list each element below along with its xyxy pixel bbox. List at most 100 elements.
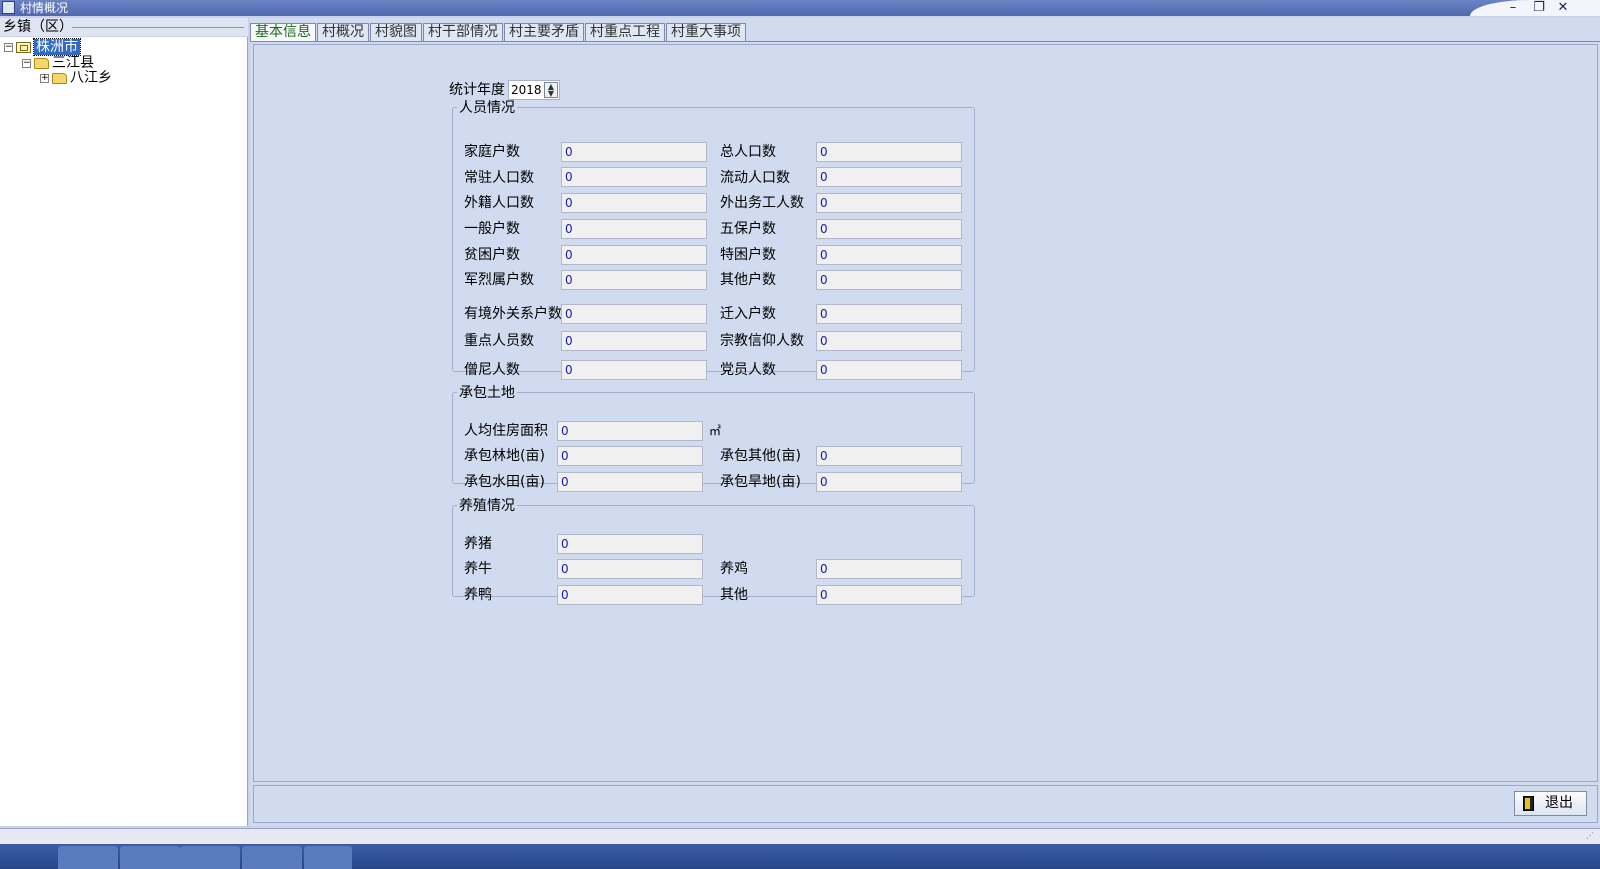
tree-node-label[interactable]: 八江乡 bbox=[70, 70, 112, 86]
exit-button[interactable]: 退出 bbox=[1514, 791, 1587, 816]
other-land-field[interactable]: 0 bbox=[816, 446, 962, 466]
land-group-title: 承包土地 bbox=[459, 385, 515, 401]
monks-nuns-field[interactable]: 0 bbox=[561, 360, 707, 380]
other-households-label: 其他户数 bbox=[720, 272, 776, 288]
tab-main-conflicts[interactable]: 村主要矛盾 bbox=[504, 23, 584, 41]
dry-land-field[interactable]: 0 bbox=[816, 472, 962, 492]
general-households-label: 一般户数 bbox=[464, 221, 520, 237]
religious-believers-label: 宗教信仰人数 bbox=[720, 333, 804, 349]
overseas-ties-households-field[interactable]: 0 bbox=[561, 304, 707, 324]
breeding-group: 养殖情况 养猪 0 养牛 0 养鸡 0 养鸭 0 其他 0 bbox=[452, 495, 975, 605]
title-bar-controls-area: – ❐ ✕ bbox=[1470, 0, 1600, 16]
extremely-poor-households-label: 特困户数 bbox=[720, 247, 776, 263]
party-members-label: 党员人数 bbox=[720, 362, 776, 378]
other-households-field[interactable]: 0 bbox=[816, 270, 962, 290]
forest-land-label: 承包林地(亩) bbox=[464, 448, 545, 464]
land-group: 承包土地 人均住房面积 0 ㎡ 承包林地(亩) 0 承包其他(亩) 0 承包水田… bbox=[452, 382, 975, 492]
resident-population-label: 常驻人口数 bbox=[464, 170, 534, 186]
taskbar-button[interactable] bbox=[242, 846, 302, 869]
extremely-poor-households-field[interactable]: 0 bbox=[816, 245, 962, 265]
bottom-toolbar: 退出 bbox=[253, 785, 1598, 823]
restore-icon[interactable]: ❐ bbox=[1530, 0, 1548, 16]
paddy-field-label: 承包水田(亩) bbox=[464, 474, 545, 490]
spin-arrows-icon[interactable]: ▲ ▼ bbox=[544, 82, 558, 98]
taskbar-button[interactable] bbox=[180, 846, 240, 869]
general-households-field[interactable]: 0 bbox=[561, 219, 707, 239]
migrant-workers-label: 外出务工人数 bbox=[720, 195, 804, 211]
exit-button-label: 退出 bbox=[1545, 795, 1573, 811]
tab-key-projects[interactable]: 村重点工程 bbox=[585, 23, 665, 41]
tree-node-city[interactable]: − 株洲市 bbox=[4, 38, 81, 56]
app-icon bbox=[2, 1, 15, 14]
tab-divider bbox=[250, 41, 1600, 42]
total-population-label: 总人口数 bbox=[720, 144, 776, 160]
military-martyr-households-label: 军烈属户数 bbox=[464, 272, 534, 288]
pigs-field[interactable]: 0 bbox=[557, 534, 703, 554]
expand-icon[interactable]: + bbox=[40, 73, 49, 83]
migrant-workers-field[interactable]: 0 bbox=[816, 193, 962, 213]
moved-in-households-label: 迁入户数 bbox=[720, 306, 776, 322]
folder-icon bbox=[52, 72, 67, 84]
ducks-field[interactable]: 0 bbox=[557, 585, 703, 605]
cattle-label: 养牛 bbox=[464, 561, 492, 577]
forest-land-field[interactable]: 0 bbox=[557, 446, 703, 466]
close-icon[interactable]: ✕ bbox=[1554, 0, 1572, 16]
tab-basic-info[interactable]: 基本信息 bbox=[250, 23, 316, 41]
tab-major-events[interactable]: 村重大事项 bbox=[666, 23, 746, 41]
housing-area-unit: ㎡ bbox=[709, 424, 722, 438]
overseas-ties-households-label: 有境外关系户数 bbox=[464, 306, 562, 322]
total-population-field[interactable]: 0 bbox=[816, 142, 962, 162]
tree-node-label[interactable]: 株洲市 bbox=[33, 38, 81, 56]
cattle-field[interactable]: 0 bbox=[557, 559, 703, 579]
taskbar-strip bbox=[0, 844, 1600, 869]
tree-header-divider bbox=[72, 27, 244, 28]
tree-header: 乡镇（区） bbox=[0, 18, 248, 36]
tab-village-overview[interactable]: 村概况 bbox=[317, 23, 369, 41]
housing-area-field[interactable]: 0 bbox=[557, 421, 703, 441]
five-guarantee-households-label: 五保户数 bbox=[720, 221, 776, 237]
window-title: 村情概况 bbox=[20, 1, 69, 15]
foreign-population-field[interactable]: 0 bbox=[561, 193, 707, 213]
chickens-field[interactable]: 0 bbox=[816, 559, 962, 579]
party-members-field[interactable]: 0 bbox=[816, 360, 962, 380]
taskbar-button[interactable] bbox=[304, 846, 352, 869]
other-land-label: 承包其他(亩) bbox=[720, 448, 801, 464]
other-livestock-field[interactable]: 0 bbox=[816, 585, 962, 605]
key-persons-field[interactable]: 0 bbox=[561, 331, 707, 351]
tab-village-photos[interactable]: 村貌图 bbox=[370, 23, 422, 41]
personnel-group: 人员情况 家庭户数 0 总人口数 0 常驻人口数 0 流动人口数 0 外籍人口数… bbox=[452, 97, 975, 380]
religious-believers-field[interactable]: 0 bbox=[816, 331, 962, 351]
foreign-population-label: 外籍人口数 bbox=[464, 195, 534, 211]
year-value: 2018 bbox=[511, 83, 542, 97]
city-icon bbox=[16, 41, 31, 53]
floating-population-field[interactable]: 0 bbox=[816, 167, 962, 187]
key-persons-label: 重点人员数 bbox=[464, 333, 534, 349]
dry-land-label: 承包旱地(亩) bbox=[720, 474, 801, 490]
tree-header-label: 乡镇（区） bbox=[3, 19, 73, 35]
household-count-field[interactable]: 0 bbox=[561, 142, 707, 162]
breeding-group-title: 养殖情况 bbox=[459, 498, 515, 514]
tab-village-cadres[interactable]: 村干部情况 bbox=[423, 23, 503, 41]
military-martyr-households-field[interactable]: 0 bbox=[561, 270, 707, 290]
moved-in-households-field[interactable]: 0 bbox=[816, 304, 962, 324]
folder-icon bbox=[34, 57, 49, 69]
tree-node-township[interactable]: + 八江乡 bbox=[40, 70, 112, 86]
household-count-label: 家庭户数 bbox=[464, 144, 520, 160]
collapse-icon[interactable]: − bbox=[22, 58, 31, 68]
paddy-field-field[interactable]: 0 bbox=[557, 472, 703, 492]
personnel-group-title: 人员情况 bbox=[459, 100, 515, 116]
tab-bar: 基本信息 村概况 村貌图 村干部情况 村主要矛盾 村重点工程 村重大事项 bbox=[250, 23, 747, 42]
monks-nuns-label: 僧尼人数 bbox=[464, 362, 520, 378]
taskbar-button[interactable] bbox=[120, 846, 180, 869]
resize-grip-icon[interactable]: ⋰ bbox=[1586, 831, 1596, 841]
five-guarantee-households-field[interactable]: 0 bbox=[816, 219, 962, 239]
collapse-icon[interactable]: − bbox=[4, 42, 13, 52]
poor-households-field[interactable]: 0 bbox=[561, 245, 707, 265]
tree-node-label[interactable]: 三江县 bbox=[52, 55, 94, 71]
region-tree[interactable]: − 株洲市 − 三江县 + 八江乡 bbox=[0, 37, 248, 826]
taskbar-button[interactable] bbox=[58, 846, 118, 869]
tree-node-county[interactable]: − 三江县 bbox=[22, 55, 94, 71]
resident-population-field[interactable]: 0 bbox=[561, 167, 707, 187]
main-area: 基本信息 村概况 村貌图 村干部情况 村主要矛盾 村重点工程 村重大事项 统计年… bbox=[250, 18, 1600, 826]
minimize-icon[interactable]: – bbox=[1504, 0, 1522, 16]
